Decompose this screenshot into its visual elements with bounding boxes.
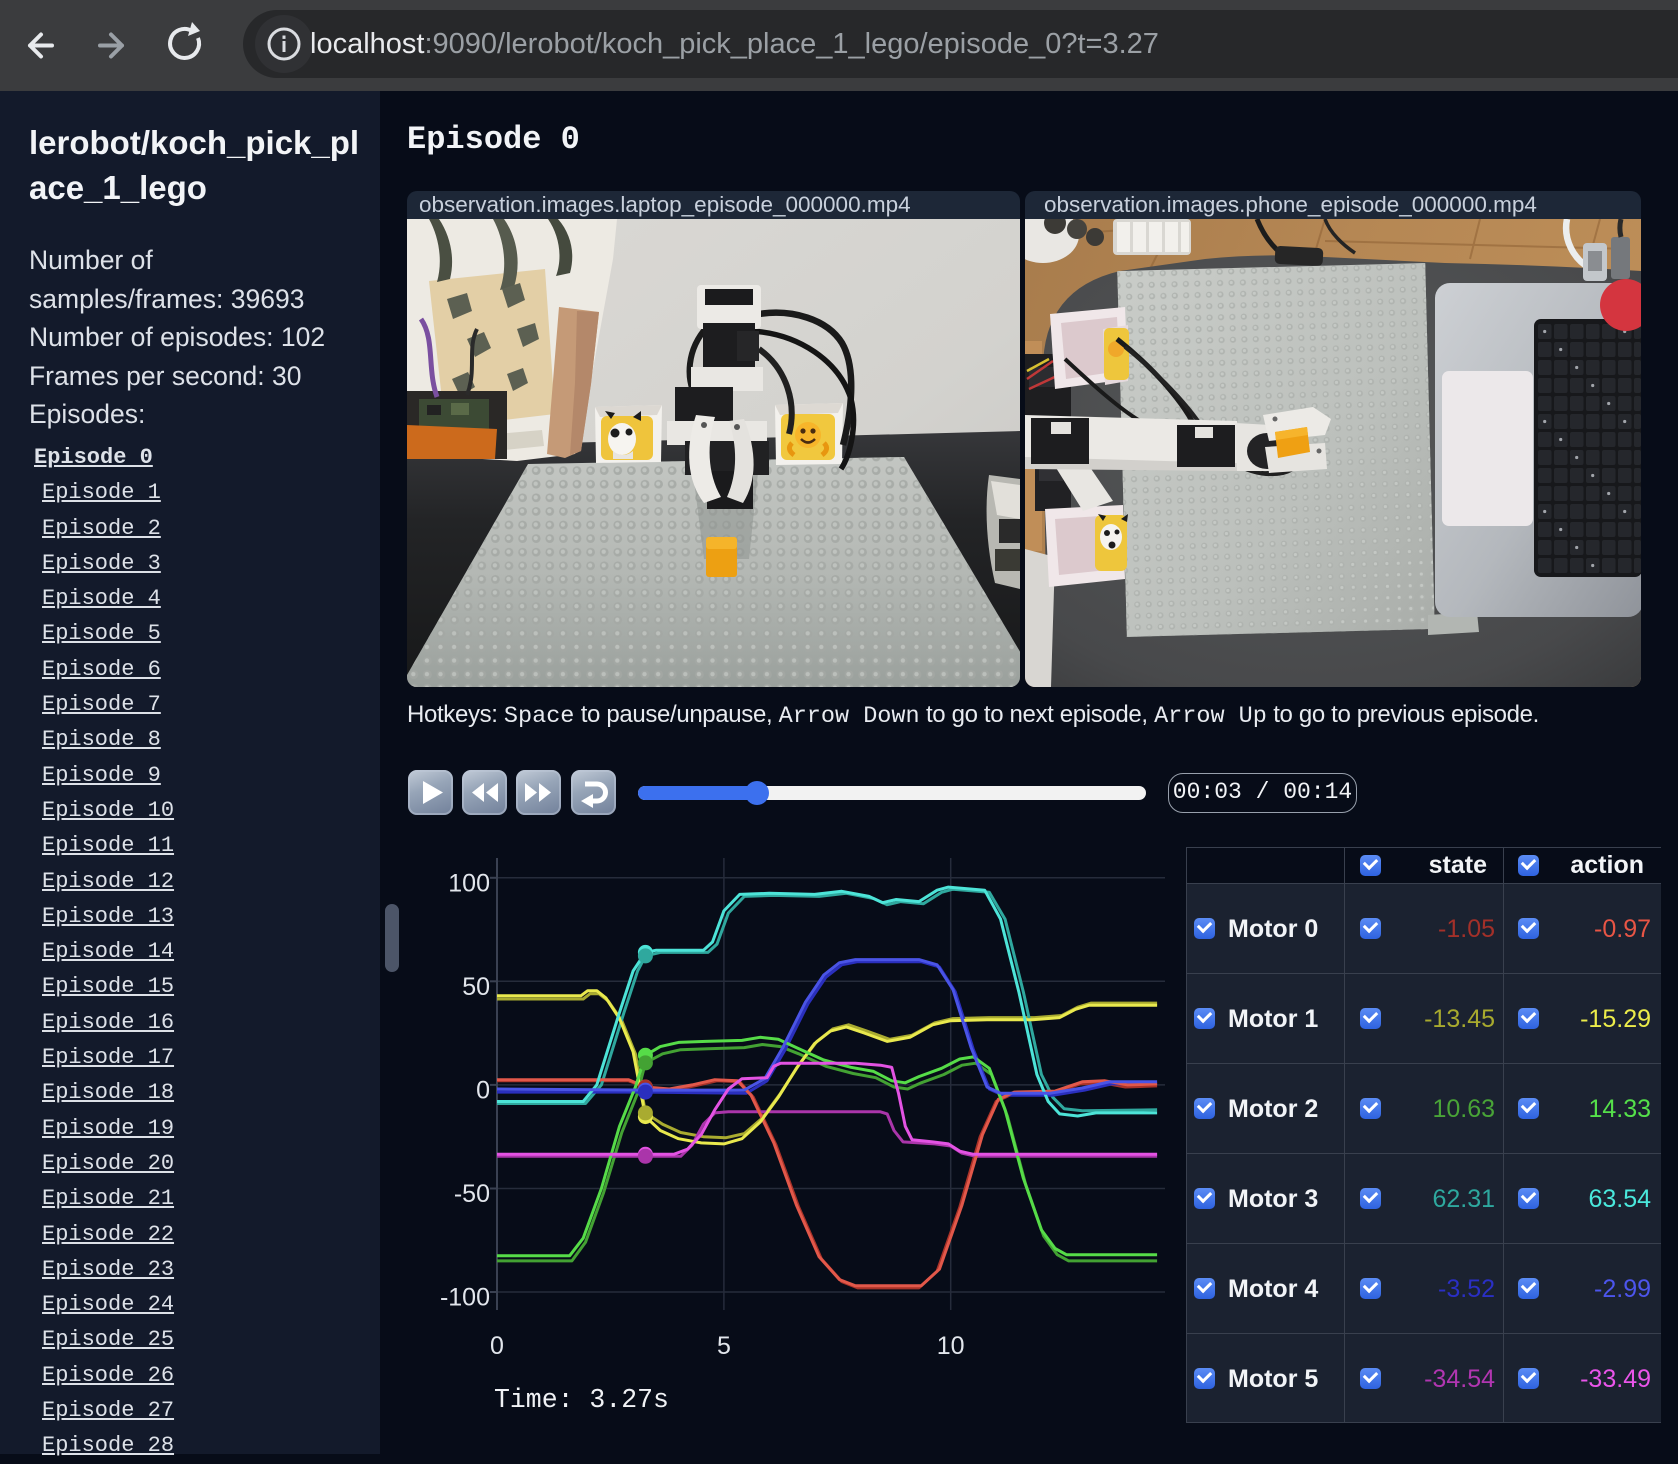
svg-text:5: 5 (717, 1332, 731, 1360)
svg-text:0: 0 (476, 1076, 490, 1104)
svg-text:10: 10 (937, 1332, 965, 1360)
svg-text:-100: -100 (440, 1284, 490, 1312)
svg-text:0: 0 (490, 1332, 504, 1360)
svg-text:-50: -50 (454, 1180, 490, 1208)
svg-text:100: 100 (448, 869, 490, 897)
svg-text:Time: 3.27s: Time: 3.27s (494, 1385, 669, 1415)
svg-text:50: 50 (462, 973, 490, 1001)
